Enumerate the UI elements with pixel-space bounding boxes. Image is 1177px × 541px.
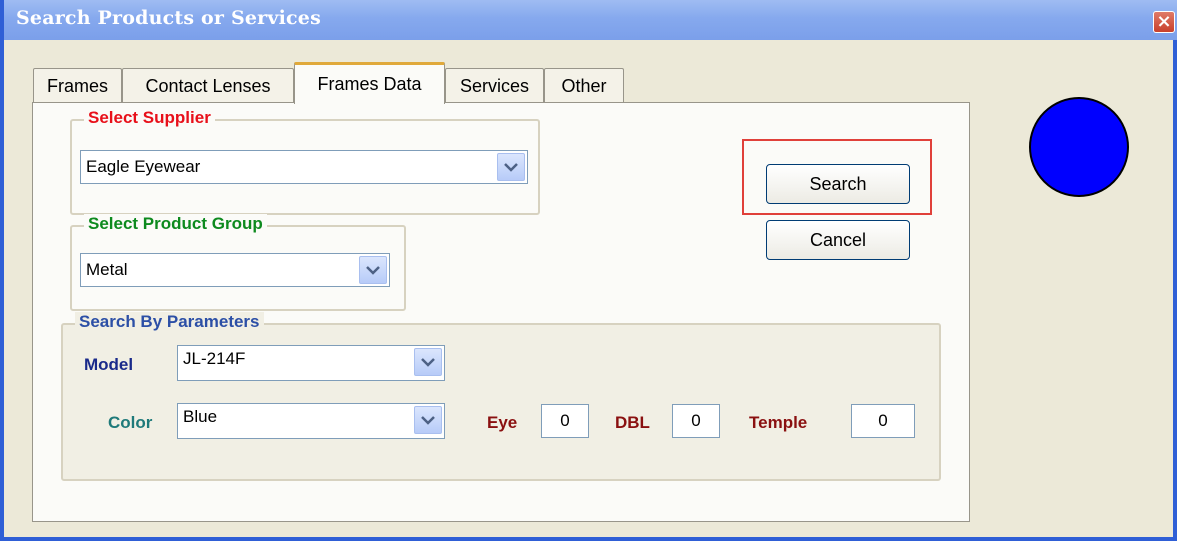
dbl-label: DBL [615,413,650,432]
frames-data-panel: Select Supplier Eagle Eyewear Select Pro… [32,102,970,522]
supplier-value: Eagle Eyewear [86,157,201,176]
tab-frames-data[interactable]: Frames Data [294,62,445,104]
color-select[interactable]: Blue [177,403,445,439]
supplier-groupbox: Select Supplier Eagle Eyewear [70,108,540,215]
tab-services[interactable]: Services [445,68,544,104]
title-bar[interactable]: Search Products or Services × [4,0,1177,40]
tab-control: Frames Contact Lenses Frames Data Servic… [10,62,1160,522]
color-value: Blue [183,407,218,426]
close-button[interactable]: × [1153,11,1175,33]
tab-other[interactable]: Other [544,68,624,104]
blue-status-indicator [1029,97,1129,197]
tab-contact-lenses[interactable]: Contact Lenses [122,68,294,104]
close-icon: × [1156,11,1172,32]
tab-frames[interactable]: Frames [33,68,122,104]
product-group-value: Metal [86,260,128,279]
supplier-select[interactable]: Eagle Eyewear [80,150,528,184]
parameters-group-title: Search By Parameters [75,312,264,332]
model-value: JL-214F [183,349,246,368]
supplier-group-title: Select Supplier [84,108,215,128]
color-label: Color [108,413,153,432]
chevron-down-icon[interactable] [414,406,442,434]
cancel-button[interactable]: Cancel [766,220,910,260]
search-button[interactable]: Search [766,164,910,204]
temple-input[interactable]: 0 [851,404,915,438]
eye-input[interactable]: 0 [541,404,589,438]
model-label: Model [84,355,134,374]
parameters-groupbox: Search By Parameters Model JL-214F Color… [61,312,941,481]
model-select[interactable]: JL-214F [177,345,445,381]
eye-label: Eye [487,413,518,432]
chevron-down-icon[interactable] [414,348,442,376]
product-group-select[interactable]: Metal [80,253,390,287]
product-group-title: Select Product Group [84,214,267,234]
chevron-down-icon[interactable] [359,256,387,284]
dbl-input[interactable]: 0 [672,404,720,438]
product-group-groupbox: Select Product Group Metal [70,214,406,311]
chevron-down-icon[interactable] [497,153,525,181]
temple-label: Temple [749,413,808,432]
window-title: Search Products or Services [16,7,321,29]
